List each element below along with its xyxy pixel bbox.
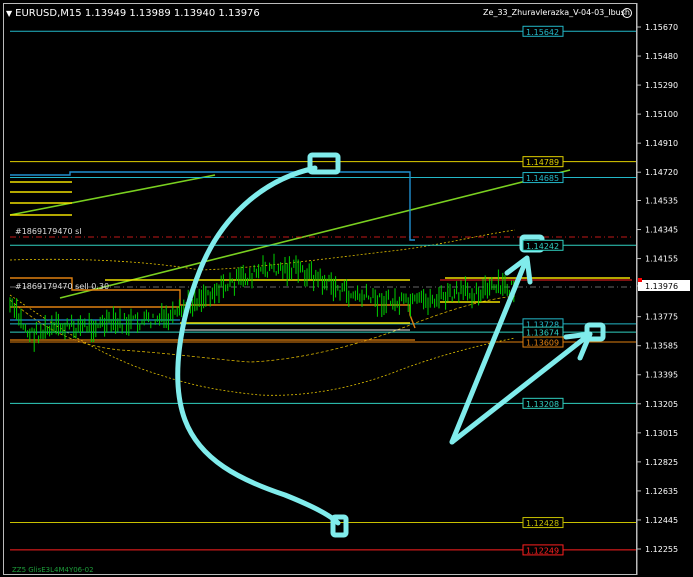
price-tick-label: 1.14155 — [645, 255, 678, 264]
price-level-label: 1.13674 — [526, 329, 559, 338]
ohlc-values: 1.13949 1.13989 1.13940 1.13976 — [84, 8, 260, 19]
price-tick-label: 1.14345 — [645, 226, 678, 235]
price-tick-label: 1.13395 — [645, 371, 678, 380]
price-level-label: 1.13609 — [526, 339, 559, 348]
symbol-label[interactable]: EURUSD,M15 — [15, 8, 81, 19]
price-tick-label: 1.12635 — [645, 487, 678, 496]
price-tick-label: 1.15290 — [645, 81, 678, 90]
smiley-icon[interactable] — [622, 8, 632, 18]
dropdown-triangle-icon[interactable]: ▼ — [6, 9, 12, 18]
expert-advisor-name: Ze_33_Zhuravlerazka_V-04-03_Ibush — [483, 8, 630, 17]
price-tick-label: 1.12825 — [645, 458, 678, 467]
price-tick-label: 1.15670 — [645, 23, 678, 32]
price-level-label: 1.15642 — [526, 28, 559, 37]
price-level-label: 1.14242 — [526, 242, 559, 251]
indicator-label: ZZ5 GlisE3L4M4Y06-02 — [12, 566, 94, 574]
price-tick-label: 1.15480 — [645, 52, 678, 61]
chart-header: ▼ EURUSD,M15 1.13949 1.13989 1.13940 1.13… — [6, 8, 260, 19]
price-tick-label: 1.12445 — [645, 516, 678, 525]
price-tick-label: 1.13015 — [645, 429, 678, 438]
order-sl-label: #1869179470 sl — [15, 227, 82, 236]
order-entry-label: #1869179470 sell 0.30 — [15, 282, 109, 291]
current-price-label: 1.13976 — [645, 282, 678, 291]
price-tick-label: 1.13775 — [645, 313, 678, 322]
price-tick-label: 1.15100 — [645, 110, 678, 119]
price-level-label: 1.12249 — [526, 546, 559, 555]
price-level-label: 1.13208 — [526, 400, 559, 409]
price-tick-label: 1.14535 — [645, 196, 678, 205]
price-tick-label: 1.13585 — [645, 342, 678, 351]
price-level-label: 1.12428 — [526, 519, 559, 528]
price-level-label: 1.14685 — [526, 174, 559, 183]
current-price-marker — [638, 278, 642, 282]
price-tick-label: 1.13205 — [645, 400, 678, 409]
price-tick-label: 1.12255 — [645, 545, 678, 554]
chart-canvas[interactable]: 1.15670 1.15480 1.15290 1.15100 1.14910 1.147… — [0, 0, 693, 577]
price-tick-label: 1.14720 — [645, 168, 678, 177]
price-tick-label: 1.14910 — [645, 139, 678, 148]
price-level-label: 1.14789 — [526, 158, 559, 167]
